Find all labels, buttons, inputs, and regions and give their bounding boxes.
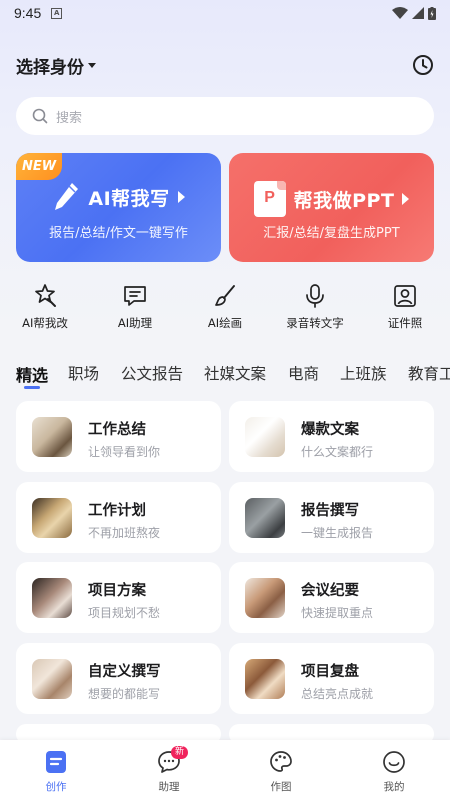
tab-social-copy[interactable]: 社媒文案 [204,362,266,384]
tab-education[interactable]: 教育工 [408,362,450,384]
item-work-plan[interactable]: 工作计划 不再加班熬夜 [16,482,221,553]
item-desc: 让领导看到你 [88,445,161,459]
item-desc: 项目规划不愁 [88,606,161,620]
item-name: 报告撰写 [301,503,359,519]
item-work-summary[interactable]: 工作总结 让领导看到你 [16,401,221,472]
tool-label: AI绘画 [207,316,243,330]
item-name: 自定义撰写 [88,664,161,680]
item-desc: 什么文案都行 [301,445,374,459]
item-name: 爆款文案 [301,422,359,438]
thumbnail-image [245,498,285,538]
thumbnail-image [245,578,285,618]
tab-ecommerce[interactable]: 电商 [288,362,319,384]
tool-id-photo[interactable]: 证件照 [360,283,450,331]
chevron-right-icon [402,193,410,205]
item-project-plan[interactable]: 项目方案 项目规划不愁 [16,562,221,633]
item-custom-writing[interactable]: 自定义撰写 想要的都能写 [16,643,221,714]
bottom-nav: 创作 新 助理 作图 我的 [0,740,450,800]
status-bar: 9:45 A [0,0,450,26]
item-name: 会议纪要 [301,583,359,599]
tools-row: AI帮我改 AI助理 AI绘画 录音转文字 证件照 [0,283,450,333]
item-meeting-minutes[interactable]: 会议纪要 快速提取重点 [229,562,434,633]
item-desc: 一键生成报告 [301,526,374,540]
tool-label: 证件照 [387,316,423,330]
ppt-file-icon: P [253,181,286,217]
item-desc: 总结亮点成就 [301,687,374,701]
signal-icon [412,7,424,19]
tab-office-workers[interactable]: 上班族 [340,362,387,384]
tool-label: AI帮我改 [22,316,68,330]
thumbnail-image [32,417,72,457]
chat-bubble-icon [124,286,146,306]
item-project-review[interactable]: 项目复盘 总结亮点成就 [229,643,434,714]
status-icons [392,6,436,20]
clock-icon [413,55,433,75]
thumbnail-image [245,417,285,457]
search-bar[interactable]: 搜索 [16,97,434,135]
smiley-icon [383,751,405,773]
item-desc: 想要的都能写 [88,687,161,701]
tab-workplace[interactable]: 职场 [68,362,99,384]
item-desc: 不再加班熬夜 [88,526,161,540]
magic-wand-icon [35,284,56,307]
search-placeholder: 搜索 [56,110,83,126]
caret-down-icon [88,62,96,68]
chevron-right-icon [177,191,185,203]
ai-write-title: AI帮我写 [88,187,170,210]
tab-official-reports[interactable]: 公文报告 [121,362,183,384]
new-badge: NEW [16,153,62,180]
notification-icon: A [51,7,63,19]
tab-active-indicator [24,386,40,389]
status-time: 9:45 [14,5,42,21]
item-name: 工作计划 [88,503,146,519]
item-report-writing[interactable]: 报告撰写 一键生成报告 [229,482,434,553]
thumbnail-image [245,659,285,699]
ai-write-card[interactable]: NEW AI帮我写 报告/总结/作文一键写作 [16,153,221,262]
nav-label: 创作 [45,781,67,793]
item-viral-copy[interactable]: 爆款文案 什么文案都行 [229,401,434,472]
identity-label: 选择身份 [16,57,84,78]
new-badge: 新 [171,746,189,759]
tool-ai-assistant[interactable]: AI助理 [90,283,180,331]
nav-label: 我的 [383,781,405,793]
item-name: 工作总结 [88,422,146,438]
nav-profile[interactable]: 我的 [364,750,424,794]
tool-label: AI助理 [117,316,153,330]
thumbnail-image [32,659,72,699]
make-ppt-subtitle: 汇报/总结/复盘生成PPT [263,226,400,241]
tool-voice-to-text[interactable]: 录音转文字 [270,283,360,331]
tool-ai-painting[interactable]: AI绘画 [180,283,270,331]
pen-icon [55,183,79,210]
battery-icon [428,6,436,20]
thumbnail-image [32,578,72,618]
id-photo-icon [394,285,416,307]
paintbrush-icon [215,285,235,306]
category-tabs: 精选 职场 公文报告 社媒文案 电商 上班族 教育工 [16,362,450,394]
palette-icon [270,751,292,772]
item-desc: 快速提取重点 [301,606,374,620]
nav-label: 作图 [270,781,292,793]
wifi-icon [392,7,408,19]
header: 选择身份 [16,50,436,80]
document-icon [46,751,66,773]
nav-draw[interactable]: 作图 [251,750,311,794]
nav-create[interactable]: 创作 [26,750,86,794]
microphone-icon [306,284,324,308]
history-button[interactable] [410,52,436,78]
thumbnail-image [32,498,72,538]
tool-ai-edit[interactable]: AI帮我改 [0,283,90,331]
ppt-icon-letter: P [264,189,275,206]
tool-label: 录音转文字 [286,316,344,330]
nav-label: 助理 [158,781,180,793]
identity-selector[interactable]: 选择身份 [16,53,96,78]
item-name: 项目方案 [88,583,146,599]
make-ppt-title: 帮我做PPT [293,189,395,212]
tab-featured[interactable]: 精选 [16,362,48,386]
nav-assistant[interactable]: 新 助理 [139,746,199,794]
item-name: 项目复盘 [301,664,359,680]
ai-write-subtitle: 报告/总结/作文一键写作 [49,226,188,241]
make-ppt-card[interactable]: P 帮我做PPT 汇报/总结/复盘生成PPT [229,153,434,262]
search-icon [32,108,48,124]
